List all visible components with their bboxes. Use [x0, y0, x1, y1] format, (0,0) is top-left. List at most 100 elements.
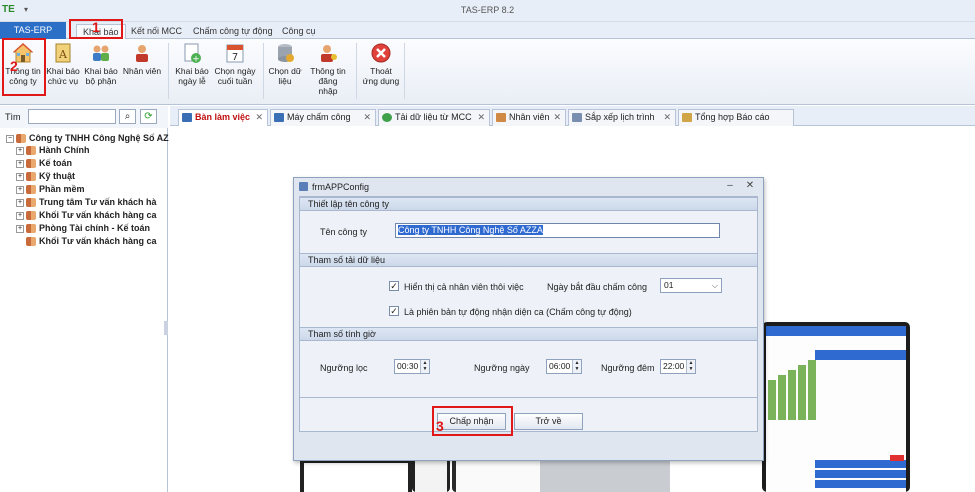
department-declare-label-1: Khai báo — [84, 66, 118, 76]
tab-download-data[interactable]: Tải dữ liệu từ MCC ✕ — [378, 109, 490, 126]
select-data-label-1: Chọn dữ — [268, 66, 302, 76]
tree-node-label: Khối Tư vấn khách hàng ca — [39, 210, 157, 220]
refresh-button[interactable]: ⟳ — [140, 109, 157, 124]
start-day-value: 01 — [664, 280, 674, 290]
select-data-button[interactable]: Chọn dữ liệu — [267, 42, 303, 86]
tab-cham-cong-tu-dong[interactable]: Chấm công tự động — [187, 24, 279, 39]
tree-node[interactable]: Khối Tư vấn khách hàng ca — [26, 235, 157, 247]
weekend-select-button[interactable]: 7 Chọn ngày cuối tuần — [214, 42, 256, 86]
search-label: Tìm — [5, 112, 21, 122]
tree-node[interactable]: + Hành Chính — [16, 144, 90, 156]
svg-text:A: A — [58, 48, 68, 61]
expand-icon[interactable]: + — [16, 159, 24, 168]
tab-label: Sắp xếp lịch trình — [585, 112, 655, 122]
day-threshold-label: Ngưỡng ngày — [474, 363, 530, 373]
close-icon[interactable]: ✕ — [477, 110, 485, 125]
tab-time-machine[interactable]: Máy chấm công ✕ — [270, 109, 376, 126]
collapse-icon[interactable]: − — [6, 134, 14, 143]
ribbon-separator — [263, 43, 264, 99]
filter-threshold-label: Ngưỡng lọc — [320, 363, 368, 373]
minimize-icon[interactable]: – — [723, 180, 737, 193]
expand-icon[interactable]: + — [16, 198, 24, 207]
ribbon-separator — [168, 43, 169, 99]
tree-node[interactable]: + Kỹ thuật — [16, 170, 75, 182]
login-info-label-2: đăng nhập — [318, 76, 338, 96]
ribbon-separator — [356, 43, 357, 99]
calendar-day-text: 7 — [232, 52, 238, 63]
employee-button[interactable]: Nhân viên — [122, 42, 162, 76]
org-icon — [26, 224, 36, 234]
department-declare-button[interactable]: Khai báo bộ phận — [84, 42, 118, 86]
report-icon — [682, 113, 692, 123]
search-input[interactable] — [28, 109, 116, 124]
app-config-dialog: frmAPPConfig – ✕ Thiết lập tên công ty T… — [293, 177, 764, 461]
tree-node[interactable]: + Trung tâm Tư vấn khách hà — [16, 196, 157, 208]
close-icon[interactable]: ✕ — [363, 110, 371, 125]
night-threshold-spinner[interactable]: 22:00 ▲ ▼ — [660, 359, 696, 374]
back-button[interactable]: Trở về — [514, 413, 583, 430]
splitter-handle[interactable] — [164, 321, 168, 335]
spinner-arrows-icon[interactable]: ▲ ▼ — [420, 360, 429, 373]
org-icon — [26, 237, 36, 247]
close-icon[interactable]: ✕ — [255, 110, 263, 125]
weekend-select-label-2: cuối tuần — [217, 76, 253, 86]
tree-node[interactable]: + Phòng Tài chính - Kế toán — [16, 222, 150, 234]
tab-workspace[interactable]: Bàn làm việc ✕ — [178, 109, 268, 126]
company-name-input[interactable]: Công ty TNHH Công Nghệ Số AZZA — [395, 223, 720, 238]
search-bar: Tìm ⌕ ⟳ — [0, 106, 168, 128]
checkbox-auto-shift[interactable]: ✓ — [389, 306, 399, 316]
tab-reports[interactable]: Tổng hợp Báo cáo — [678, 109, 794, 126]
start-day-select[interactable]: 01 ⌵ — [660, 278, 722, 293]
tab-schedule[interactable]: Sắp xếp lịch trình ✕ — [568, 109, 676, 126]
database-icon — [278, 44, 294, 62]
start-day-label: Ngày bắt đầu chấm công — [547, 282, 648, 292]
position-declare-button[interactable]: A Khai báo chức vụ — [46, 42, 80, 86]
ribbon-panel: Thông tin công ty A Khai báo chức vụ Kha… — [0, 39, 975, 105]
spinner-arrows-icon[interactable]: ▲ ▼ — [686, 360, 695, 373]
user-key-icon — [321, 45, 337, 62]
monitor-icon — [182, 113, 192, 123]
tab-app-menu[interactable]: TAS-ERP v8.2 — [0, 22, 66, 52]
expand-icon[interactable]: + — [16, 185, 24, 194]
tree-node[interactable]: + Phần mềm — [16, 183, 85, 195]
expand-icon[interactable]: + — [16, 146, 24, 155]
annotation-number-3: 3 — [436, 418, 444, 434]
tree-node-label: Công ty TNHH Công Nghệ Số AZ — [29, 133, 169, 143]
org-icon — [16, 134, 26, 144]
tree-node-root[interactable]: − Công ty TNHH Công Nghệ Số AZ — [6, 132, 169, 144]
form-icon — [299, 182, 308, 191]
tree-node-label: Trung tâm Tư vấn khách hà — [39, 197, 157, 207]
group-header-company: Thiết lập tên công ty — [300, 197, 757, 211]
tree-node[interactable]: + Kế toán — [16, 157, 72, 169]
close-icon[interactable]: ✕ — [743, 180, 757, 193]
tab-label: Tải dữ liệu từ MCC — [395, 112, 472, 122]
filter-threshold-spinner[interactable]: 00:30 ▲ ▼ — [394, 359, 430, 374]
dialog-title-bar[interactable]: frmAPPConfig – ✕ — [294, 178, 763, 196]
tree-node[interactable]: + Khối Tư vấn khách hàng ca — [16, 209, 157, 221]
select-data-label-2: liệu — [278, 76, 292, 86]
tab-ket-noi-mcc[interactable]: Kết nối MCC — [125, 24, 188, 39]
close-icon[interactable]: ✕ — [663, 110, 671, 125]
login-info-button[interactable]: Thông tin đăng nhập — [308, 42, 348, 96]
checkbox-show-resigned-label: Hiển thị cả nhân viên thôi việc — [404, 282, 524, 292]
expand-icon[interactable]: + — [16, 172, 24, 181]
day-threshold-spinner[interactable]: 06:00 ▲ ▼ — [546, 359, 582, 374]
holiday-declare-label-1: Khai báo — [175, 66, 209, 76]
search-button[interactable]: ⌕ — [119, 109, 136, 124]
annotation-box-company-info — [2, 38, 46, 96]
close-icon[interactable]: ✕ — [553, 110, 561, 125]
expand-icon[interactable]: + — [16, 211, 24, 220]
dialog-title: frmAPPConfig — [312, 182, 370, 192]
tab-label: Bàn làm việc — [195, 112, 251, 122]
tab-employees[interactable]: Nhân viên ✕ — [492, 109, 566, 126]
day-threshold-value: 06:00 — [549, 361, 571, 371]
spinner-arrows-icon[interactable]: ▲ ▼ — [572, 360, 581, 373]
tab-cong-cu[interactable]: Công cụ — [276, 24, 322, 39]
checkbox-auto-shift-label: Là phiên bản tự động nhận diện ca (Chấm … — [404, 307, 632, 317]
exit-app-label-1: Thoát — [370, 66, 392, 76]
annotation-number-1: 1 — [92, 19, 100, 35]
holiday-declare-button[interactable]: + Khai báo ngày lễ — [174, 42, 210, 86]
expand-icon[interactable]: + — [16, 224, 24, 233]
exit-app-button[interactable]: Thoát ứng dụng — [361, 42, 401, 86]
checkbox-show-resigned[interactable]: ✓ — [389, 281, 399, 291]
